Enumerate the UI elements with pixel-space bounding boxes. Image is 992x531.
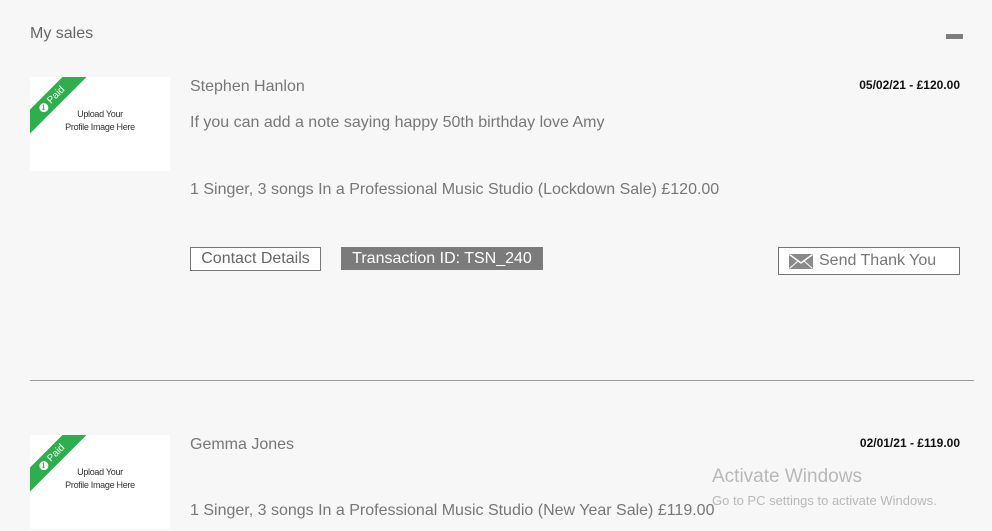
activate-windows-watermark: Activate Windows Go to PC settings to ac…: [712, 466, 937, 511]
product-description: 1 Singer, 3 songs In a Professional Musi…: [190, 502, 715, 519]
product-description: 1 Singer, 3 songs In a Professional Musi…: [190, 181, 720, 198]
envelope-icon: [789, 254, 813, 269]
contact-details-button[interactable]: Contact Details: [190, 247, 321, 271]
section-title: My sales: [30, 25, 94, 42]
sale-date-amount: 02/01/21 - £119.00: [859, 436, 960, 450]
transaction-id-badge: Transaction ID: TSN_240: [341, 247, 543, 270]
paid-label: Paid: [45, 442, 68, 465]
watermark-title: Activate Windows: [712, 466, 862, 487]
watermark-subtitle: Go to PC settings to activate Windows.: [712, 493, 937, 508]
upload-profile-text: Upload Your Profile Image Here: [30, 466, 170, 492]
upload-text-line2: Profile Image Here: [65, 122, 135, 132]
customer-name: Gemma Jones: [190, 436, 295, 453]
profile-image-placeholder[interactable]: ✓Paid Upload Your Profile Image Here: [30, 435, 170, 529]
sale-divider: [30, 380, 974, 381]
customer-name: Stephen Hanlon: [190, 78, 305, 95]
sale-date-amount: 05/02/21 - £120.00: [859, 78, 960, 92]
upload-text-line2: Profile Image Here: [65, 480, 135, 490]
upload-text-line1: Upload Your: [77, 467, 123, 477]
upload-text-line1: Upload Your: [77, 109, 123, 119]
profile-image-placeholder[interactable]: ✓Paid Upload Your Profile Image Here: [30, 77, 170, 171]
customer-note: If you can add a note saying happy 50th …: [190, 114, 605, 131]
collapse-button[interactable]: [946, 34, 963, 39]
paid-label: Paid: [45, 84, 68, 107]
send-thank-you-button[interactable]: Send Thank You: [778, 247, 960, 275]
send-thank-you-label: Send Thank You: [819, 252, 937, 269]
upload-profile-text: Upload Your Profile Image Here: [30, 108, 170, 134]
my-sales-page: My sales ✓Paid Upload Your Profile Image…: [0, 0, 992, 531]
